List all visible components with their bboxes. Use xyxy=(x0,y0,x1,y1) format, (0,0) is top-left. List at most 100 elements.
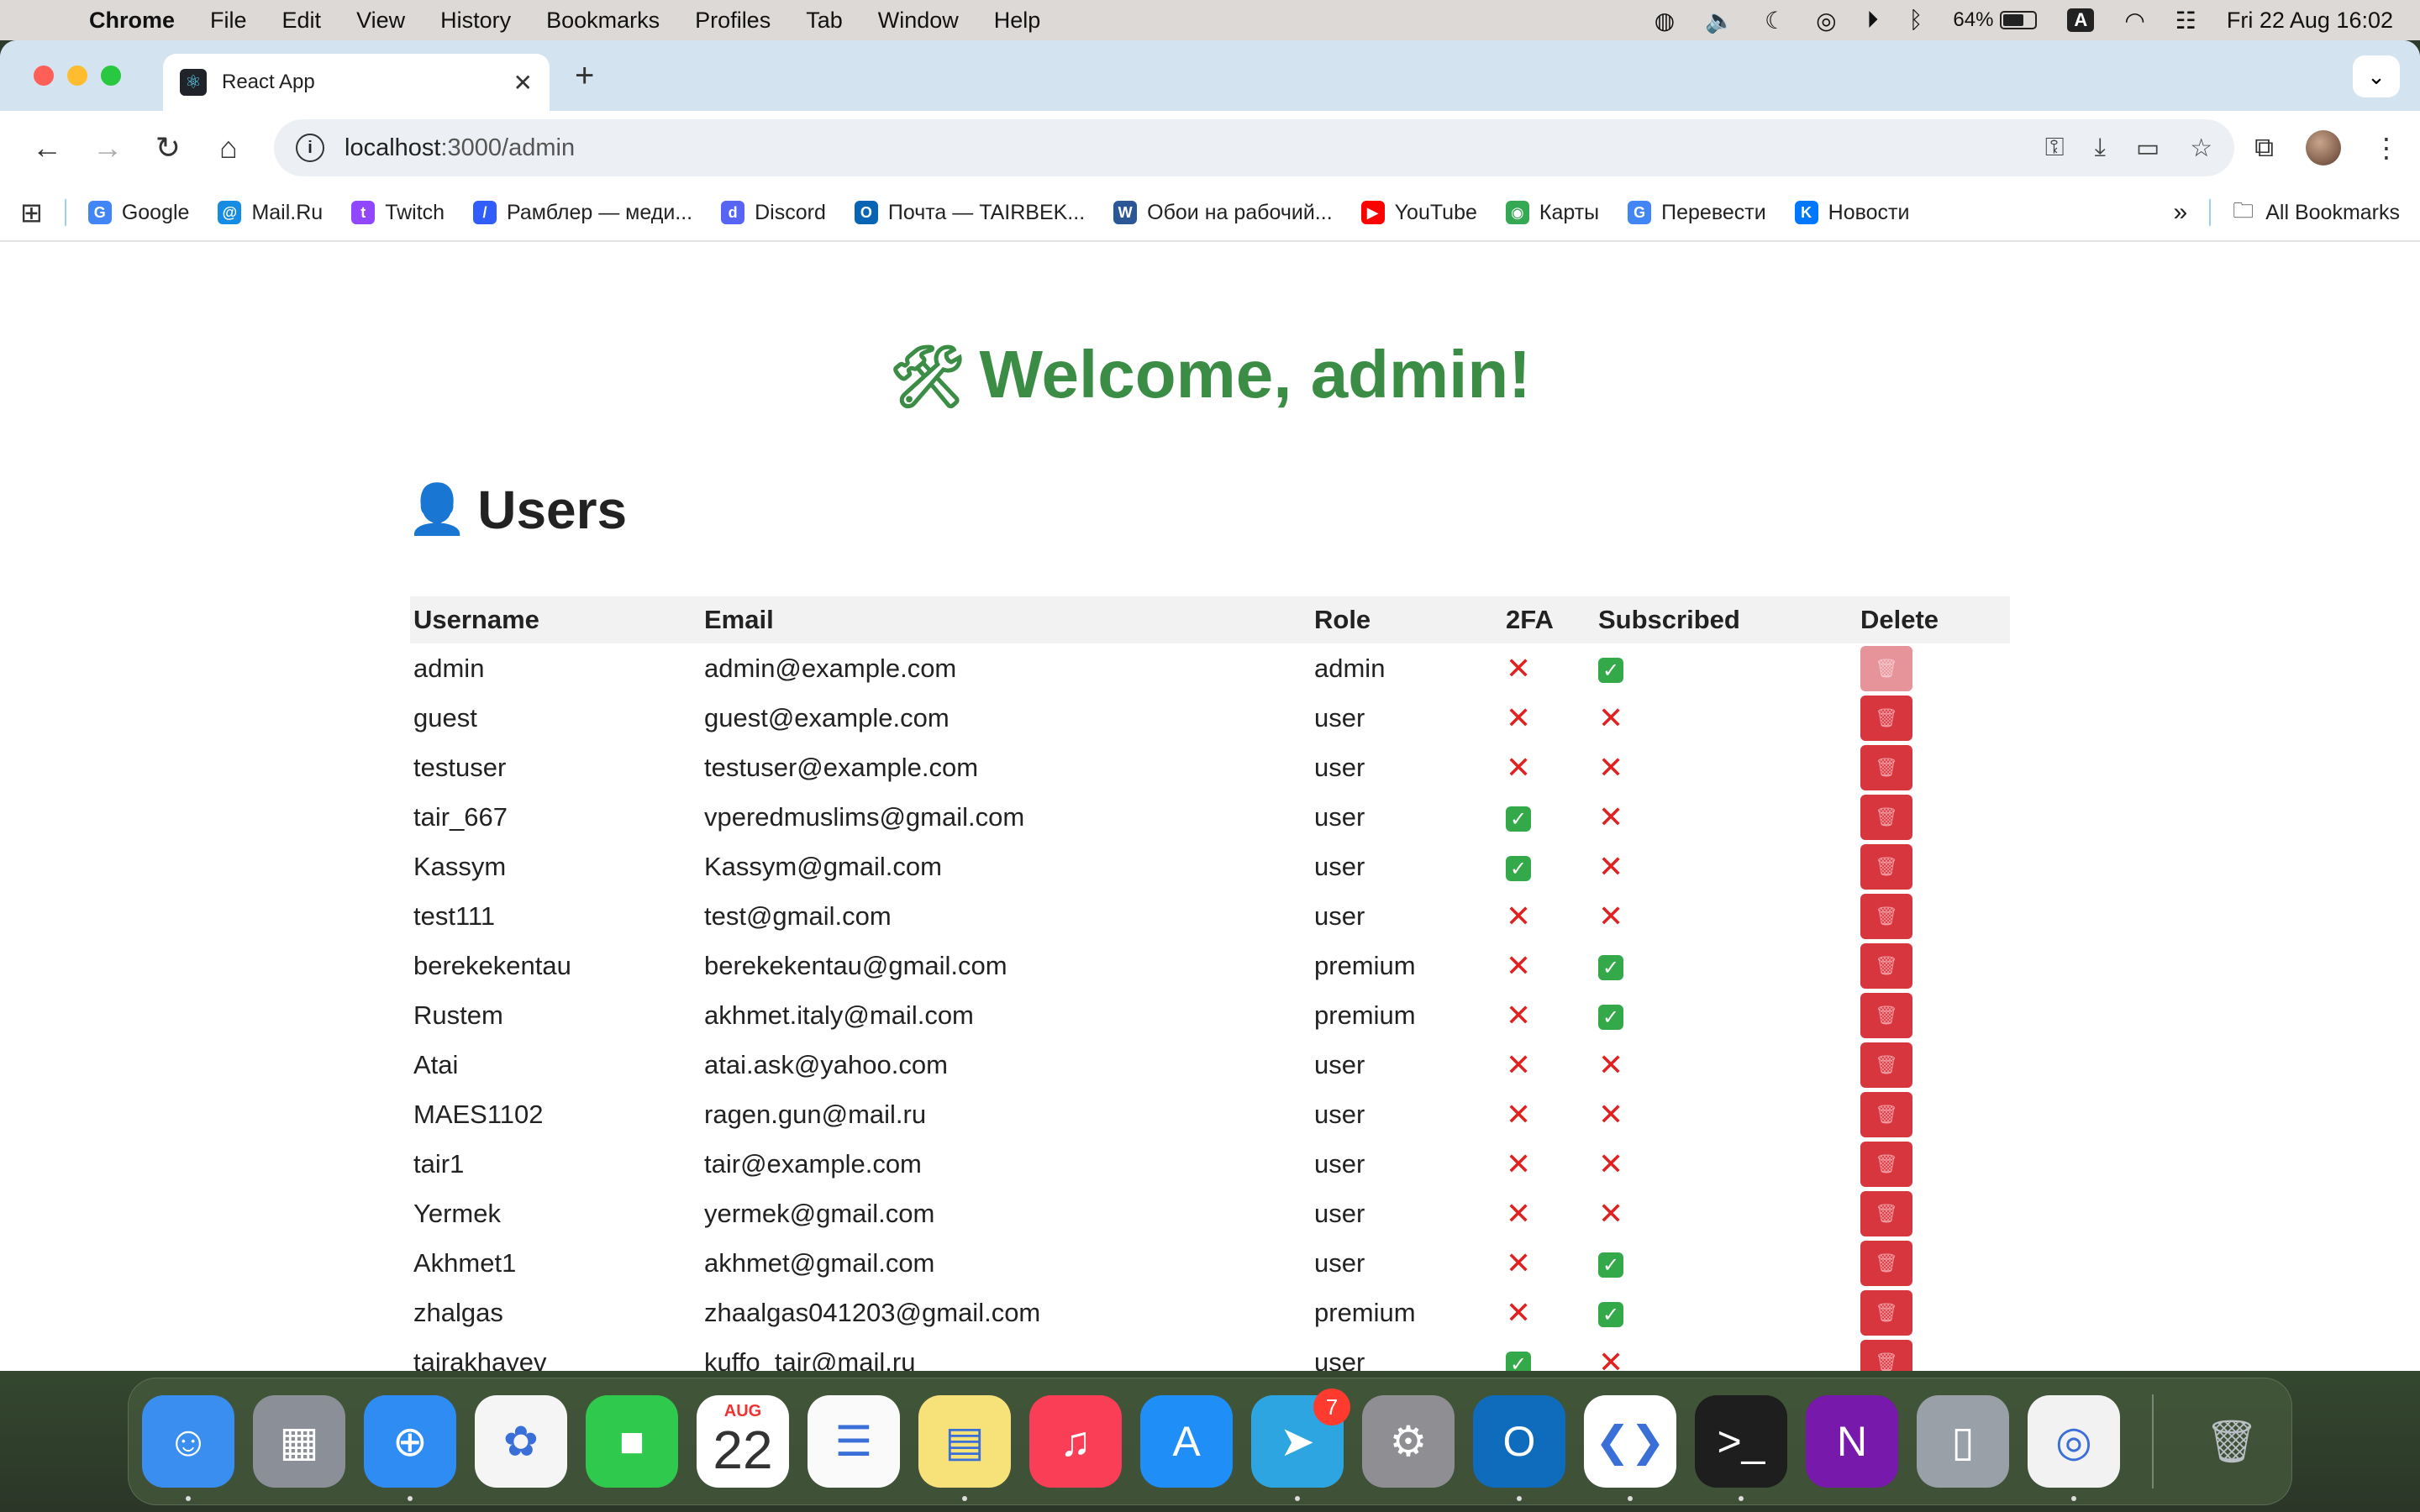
bookmark-item[interactable]: O Почта — TAIRBEK... xyxy=(854,201,1085,225)
fullscreen-window-button[interactable] xyxy=(101,66,121,86)
table-row: guest guest@example.com user ✕ ✕ 🗑 xyxy=(410,693,2010,743)
airdrop-icon[interactable]: ◎ xyxy=(1816,7,1836,34)
bookmark-item[interactable]: @ Mail.Ru xyxy=(218,201,323,225)
menu-history[interactable]: History xyxy=(440,8,511,34)
reminders-icon[interactable]: ☰ xyxy=(808,1395,900,1488)
menu-bookmarks[interactable]: Bookmarks xyxy=(546,8,660,34)
extensions-icon[interactable]: ⧉ xyxy=(2254,132,2274,164)
close-tab-icon[interactable]: ✕ xyxy=(513,69,533,97)
back-button[interactable]: ← xyxy=(20,121,74,175)
menu-window[interactable]: Window xyxy=(878,8,959,34)
forward-button[interactable]: → xyxy=(81,121,134,175)
cell-subscribed: ✕ xyxy=(1595,1189,1857,1238)
cell-username: admin xyxy=(413,653,485,683)
trash-icon[interactable]: 🗑 xyxy=(2186,1395,2278,1488)
menu-file[interactable]: File xyxy=(210,8,247,34)
delete-user-button[interactable]: 🗑 xyxy=(1860,1042,1912,1088)
bookmark-item[interactable]: / Рамблер — меди... xyxy=(473,201,692,225)
battery-status[interactable]: 64% xyxy=(1953,8,2038,32)
bookmark-item[interactable]: t Twitch xyxy=(351,201,445,225)
delete-user-button[interactable]: 🗑 xyxy=(1860,744,1912,790)
safari-icon[interactable]: ⊕ xyxy=(364,1395,456,1501)
cell-delete: 🗑 xyxy=(1857,643,2010,693)
volume-icon[interactable]: 🔈 xyxy=(1705,7,1734,34)
system-settings-icon[interactable]: ⚙ xyxy=(1362,1395,1455,1488)
facetime-icon[interactable]: ■ xyxy=(586,1395,678,1488)
bookmark-item[interactable]: ▶ YouTube xyxy=(1360,201,1477,225)
tab-react-app[interactable]: ⚛ React App ✕ xyxy=(163,54,550,111)
notes-icon[interactable]: ▤ xyxy=(918,1395,1011,1501)
delete-user-button[interactable]: 🗑 xyxy=(1860,942,1912,989)
install-app-icon[interactable]: ⤓ xyxy=(2095,134,2106,163)
menu-app-name[interactable]: Chrome xyxy=(89,8,175,34)
delete-user-button[interactable]: 🗑 xyxy=(1860,843,1912,890)
dock-glyph: N xyxy=(1836,1418,1868,1465)
home-button[interactable]: ⌂ xyxy=(202,121,255,175)
now-playing-icon[interactable]: ⏵ xyxy=(1867,7,1879,34)
chrome-icon[interactable]: ◎ xyxy=(2028,1395,2120,1501)
terminal-icon[interactable]: >_ xyxy=(1695,1395,1787,1501)
delete-user-button[interactable]: 🗑 xyxy=(1860,1339,1912,1371)
launchpad-icon[interactable]: ▦ xyxy=(253,1395,345,1488)
bluetooth-icon[interactable]: ᛒ xyxy=(1909,7,1923,34)
focus-moon-icon[interactable]: ☾ xyxy=(1765,7,1786,34)
music-icon[interactable]: ♫ xyxy=(1029,1395,1122,1488)
calendar-icon[interactable]: AUG 22 xyxy=(697,1395,789,1488)
bookmark-item[interactable]: G Перевести xyxy=(1628,201,1766,225)
delete-user-button[interactable]: 🗑 xyxy=(1860,695,1912,741)
twitch-icon: t xyxy=(351,201,376,224)
profile-avatar[interactable] xyxy=(2306,130,2341,165)
more-bookmarks-icon[interactable]: » xyxy=(2174,198,2188,227)
apps-grid-icon[interactable]: ⊞ xyxy=(20,197,43,228)
tab-search-button[interactable]: ⌄ xyxy=(2353,55,2400,97)
wifi-icon[interactable]: ◠ xyxy=(2124,7,2144,34)
all-bookmarks-button[interactable]: 🗀 All Bookmarks xyxy=(2233,195,2400,231)
bookmark-item[interactable]: K Новости xyxy=(1794,201,1909,225)
menu-view[interactable]: View xyxy=(356,8,405,34)
menu-help[interactable]: Help xyxy=(994,8,1041,34)
delete-user-button[interactable]: 🗑 xyxy=(1860,1091,1912,1137)
delete-user-button[interactable]: 🗑 xyxy=(1860,1240,1912,1286)
password-key-icon[interactable]: ⚿ xyxy=(2045,134,2065,163)
delete-user-button[interactable]: 🗑 xyxy=(1860,992,1912,1038)
iphone-mirroring-icon[interactable]: ▯ xyxy=(1917,1395,2009,1488)
control-center-icon[interactable]: ☷ xyxy=(2175,7,2196,34)
outlook-icon[interactable]: O xyxy=(1473,1395,1565,1501)
url-path: :3000/admin xyxy=(440,134,576,161)
bookmark-star-icon[interactable]: ☆ xyxy=(2190,134,2212,163)
creative-cloud-icon[interactable]: ◍ xyxy=(1655,7,1675,34)
finder-icon[interactable]: ☺ xyxy=(142,1395,234,1501)
app-store-icon[interactable]: A xyxy=(1140,1395,1233,1488)
input-source-badge[interactable]: A xyxy=(2067,8,2095,32)
delete-user-button[interactable]: 🗑 xyxy=(1860,1141,1912,1187)
photos-icon[interactable]: ✿ xyxy=(475,1395,567,1488)
menu-tab[interactable]: Tab xyxy=(806,8,843,34)
delete-user-button[interactable]: 🗑 xyxy=(1860,1289,1912,1336)
chrome-menu-icon[interactable]: ⋮ xyxy=(2373,132,2400,164)
bookmark-item[interactable]: ◉ Карты xyxy=(1505,201,1599,225)
reload-button[interactable]: ↻ xyxy=(141,121,195,175)
new-tab-button[interactable]: + xyxy=(575,57,594,95)
dock: ☺ ▦ ⊕ ✿ ■ AUG 22 ☰ ▤ ♫ A ➤ 7 ⚙ O ❮❯ >_ N ▯ ◎ 🗑 xyxy=(128,1378,2292,1505)
trash-icon: 🗑 xyxy=(1875,806,1898,827)
menu-edit[interactable]: Edit xyxy=(282,8,322,34)
payment-card-icon[interactable]: ▭ xyxy=(2136,134,2160,163)
cell-role: user xyxy=(1314,1148,1365,1179)
telegram-icon[interactable]: ➤ 7 xyxy=(1251,1389,1350,1501)
bookmark-item[interactable]: G Google xyxy=(87,201,189,225)
delete-user-button[interactable]: 🗑 xyxy=(1860,794,1912,840)
close-window-button[interactable] xyxy=(34,66,54,86)
bookmark-item[interactable]: W Обои на рабочий... xyxy=(1113,201,1333,225)
table-row: test111 test@gmail.com user ✕ ✕ 🗑 xyxy=(410,891,2010,941)
menu-profiles[interactable]: Profiles xyxy=(695,8,771,34)
vscode-icon[interactable]: ❮❯ xyxy=(1584,1395,1676,1501)
bookmark-item[interactable]: d Discord xyxy=(721,201,826,225)
site-info-icon[interactable]: i xyxy=(296,134,324,162)
delete-user-button[interactable]: 🗑 xyxy=(1860,645,1912,691)
address-bar[interactable]: i localhost:3000/admin ⚿ ⤓ ▭ ☆ xyxy=(274,119,2235,176)
menu-clock[interactable]: Fri 22 Aug 16:02 xyxy=(2227,8,2393,34)
delete-user-button[interactable]: 🗑 xyxy=(1860,1190,1912,1236)
onenote-icon[interactable]: N xyxy=(1806,1395,1898,1488)
delete-user-button[interactable]: 🗑 xyxy=(1860,893,1912,939)
minimize-window-button[interactable] xyxy=(67,66,87,86)
